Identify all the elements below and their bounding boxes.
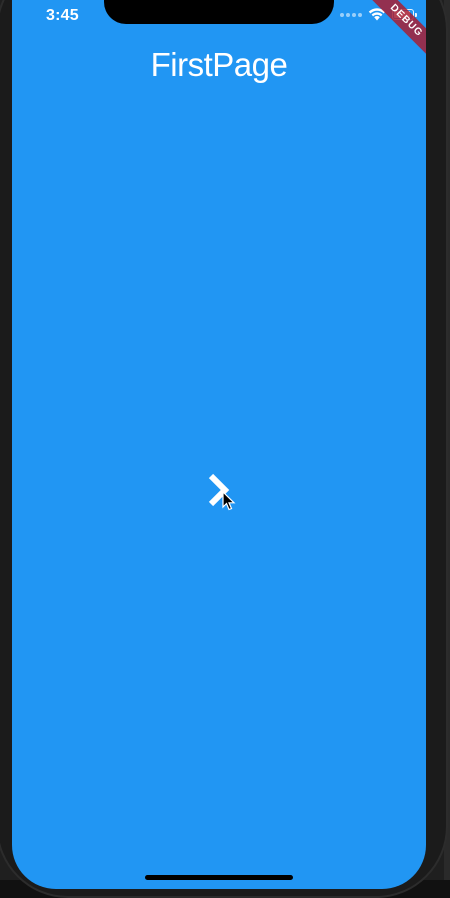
status-time: 3:45 xyxy=(46,7,79,24)
app-screen: 3:45 DEBUG FirstPage xyxy=(12,0,426,889)
phone-notch xyxy=(104,0,334,24)
screenshot-frame: 3:45 DEBUG FirstPage xyxy=(0,0,450,898)
signal-dots-icon xyxy=(340,12,362,17)
phone-device: 3:45 DEBUG FirstPage xyxy=(0,0,446,896)
page-title: FirstPage xyxy=(150,46,288,83)
mouse-cursor-icon xyxy=(222,491,236,511)
home-indicator[interactable] xyxy=(145,875,293,880)
